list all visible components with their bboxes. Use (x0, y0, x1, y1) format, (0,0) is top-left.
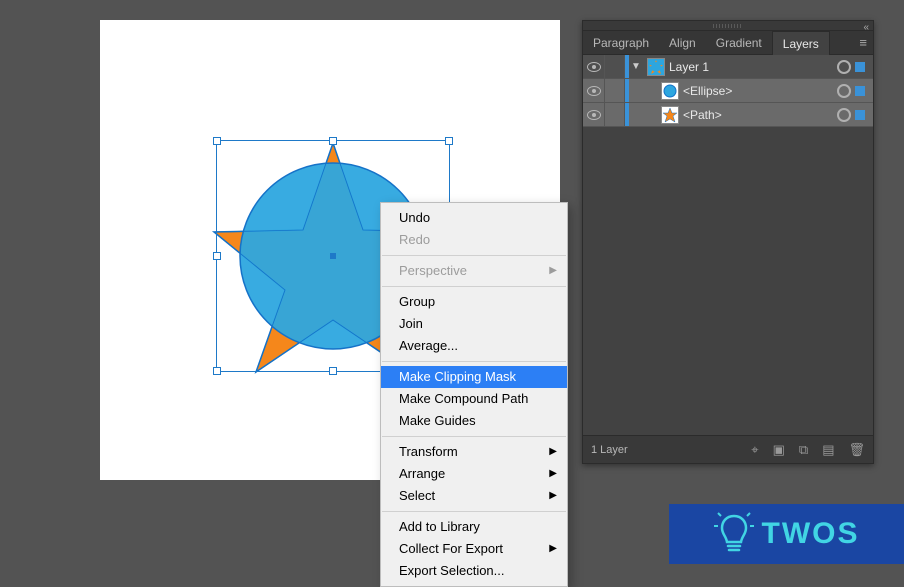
layer-row[interactable]: ▼ Layer 1 (583, 55, 873, 79)
selection-indicator[interactable] (855, 86, 865, 96)
menu-separator (382, 511, 566, 512)
submenu-arrow-icon: ▶ (549, 262, 557, 280)
layer-name-label[interactable]: Layer 1 (669, 60, 837, 74)
tab-layers[interactable]: Layers (772, 31, 830, 55)
submenu-arrow-icon: ▶ (549, 487, 557, 505)
menu-separator (382, 436, 566, 437)
sublayer-thumbnail (661, 106, 679, 124)
lock-toggle[interactable] (605, 55, 625, 78)
menu-item-arrange[interactable]: Arrange ▶ (381, 463, 567, 485)
watermark-text: TWOS (762, 517, 860, 551)
locate-object-icon[interactable]: ⌖ (751, 442, 758, 458)
eye-icon (587, 86, 601, 96)
selection-indicator[interactable] (855, 62, 865, 72)
submenu-arrow-icon: ▶ (549, 443, 557, 461)
menu-item-make-guides[interactable]: Make Guides (381, 410, 567, 432)
menu-separator (382, 286, 566, 287)
layer-color-bar (625, 103, 629, 126)
make-clipping-mask-icon[interactable]: ▣ (773, 442, 785, 458)
eye-icon (587, 62, 601, 72)
target-icon[interactable] (837, 84, 851, 98)
lightbulb-icon (714, 512, 754, 556)
context-menu: Undo Redo Perspective ▶ Group Join Avera… (380, 202, 568, 587)
menu-item-label: Arrange (399, 466, 445, 481)
sublayer-name-label[interactable]: <Path> (683, 108, 837, 122)
layer-color-bar (625, 79, 629, 102)
panel-menu-icon[interactable]: ≡ (859, 35, 867, 50)
selection-indicator[interactable] (855, 110, 865, 120)
menu-item-undo[interactable]: Undo (381, 207, 567, 229)
visibility-toggle[interactable] (583, 103, 605, 126)
panel-header-bar[interactable]: « (583, 21, 873, 31)
new-sublayer-icon[interactable]: ⧉ (799, 442, 808, 458)
new-layer-icon[interactable]: ▤ (822, 442, 834, 458)
tab-align[interactable]: Align (659, 31, 706, 54)
menu-item-perspective[interactable]: Perspective ▶ (381, 260, 567, 282)
panel-gripper-icon[interactable] (713, 24, 743, 28)
visibility-toggle[interactable] (583, 79, 605, 102)
menu-item-add-to-library[interactable]: Add to Library (381, 516, 567, 538)
menu-item-label: Select (399, 488, 435, 503)
tab-paragraph[interactable]: Paragraph (583, 31, 659, 54)
layers-panel: « Paragraph Align Gradient Layers ≡ ▼ La… (582, 20, 874, 464)
delete-layer-icon[interactable]: 🗑 (848, 442, 865, 458)
layer-list: ▼ Layer 1 <Ellipse> (583, 55, 873, 435)
menu-item-make-compound-path[interactable]: Make Compound Path (381, 388, 567, 410)
panel-tabs: Paragraph Align Gradient Layers ≡ (583, 31, 873, 55)
sublayer-thumbnail (661, 82, 679, 100)
menu-item-transform[interactable]: Transform ▶ (381, 441, 567, 463)
menu-separator (382, 361, 566, 362)
menu-item-redo[interactable]: Redo (381, 229, 567, 251)
target-icon[interactable] (837, 60, 851, 74)
eye-icon (587, 110, 601, 120)
panel-footer: 1 Layer ⌖ ▣ ⧉ ▤ 🗑 (583, 435, 873, 463)
menu-item-make-clipping-mask[interactable]: Make Clipping Mask (381, 366, 567, 388)
layer-count-label: 1 Layer (591, 444, 737, 456)
menu-item-select[interactable]: Select ▶ (381, 485, 567, 507)
tab-gradient[interactable]: Gradient (706, 31, 772, 54)
menu-item-group[interactable]: Group (381, 291, 567, 313)
sublayer-name-label[interactable]: <Ellipse> (683, 84, 837, 98)
menu-item-average[interactable]: Average... (381, 335, 567, 357)
menu-item-label: Transform (399, 444, 458, 459)
menu-item-label: Perspective (399, 263, 467, 278)
sublayer-row-path[interactable]: <Path> (583, 103, 873, 127)
disclosure-triangle-icon[interactable]: ▼ (629, 61, 643, 72)
menu-item-collect-for-export[interactable]: Collect For Export ▶ (381, 538, 567, 560)
layer-thumbnail (647, 58, 665, 76)
sublayer-row-ellipse[interactable]: <Ellipse> (583, 79, 873, 103)
lock-toggle[interactable] (605, 79, 625, 102)
submenu-arrow-icon: ▶ (549, 540, 557, 558)
watermark: TWOS (669, 504, 904, 564)
visibility-toggle[interactable] (583, 55, 605, 78)
target-icon[interactable] (837, 108, 851, 122)
lock-toggle[interactable] (605, 103, 625, 126)
menu-item-join[interactable]: Join (381, 313, 567, 335)
menu-item-label: Collect For Export (399, 541, 503, 556)
menu-item-export-selection[interactable]: Export Selection... (381, 560, 567, 582)
menu-separator (382, 255, 566, 256)
submenu-arrow-icon: ▶ (549, 465, 557, 483)
